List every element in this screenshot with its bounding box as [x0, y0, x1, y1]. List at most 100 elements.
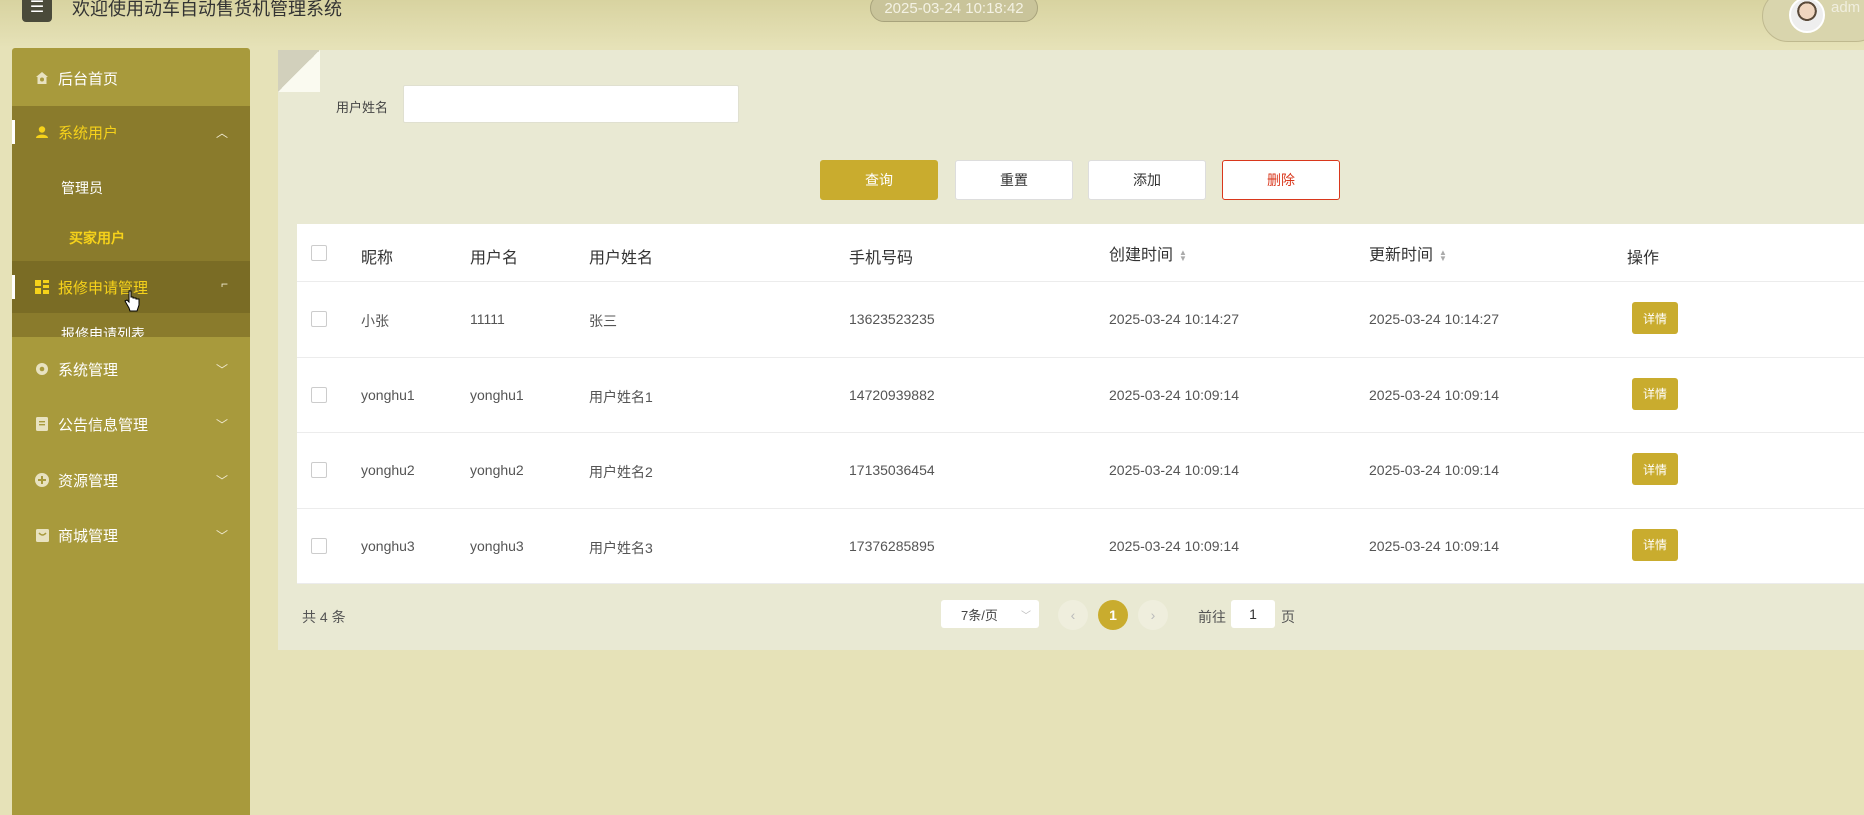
query-button[interactable]: 查询	[820, 160, 938, 200]
cell-phone: 17135036454	[849, 462, 935, 478]
datetime-display: 2025-03-24 10:18:42	[870, 0, 1038, 22]
goto-suffix: 页	[1281, 609, 1295, 625]
select-all-checkbox[interactable]	[311, 245, 327, 261]
table-row: 小张 11111 张三 13623523235 2025-03-24 10:14…	[297, 282, 1864, 358]
cell-phone: 13623523235	[849, 311, 935, 327]
top-header: ☰ 欢迎使用动车自动售货机管理系统 2025-03-24 10:18:42 ad…	[0, 0, 1864, 48]
chevron-down-icon: ﹀	[215, 363, 228, 377]
cell-username: 11111	[470, 311, 505, 327]
grid-icon	[34, 279, 50, 295]
plus-circle-icon	[34, 472, 50, 488]
column-header-created[interactable]: 创建时间 ▲ ▼	[1109, 241, 1187, 265]
cell-created: 2025-03-24 10:09:14	[1109, 537, 1239, 554]
goto-page-input[interactable]: 1	[1231, 600, 1275, 628]
realname-search-input[interactable]	[403, 85, 739, 123]
cell-updated: 2025-03-24 10:09:14	[1369, 386, 1499, 403]
column-header-updated[interactable]: 更新时间 ▲ ▼	[1369, 241, 1447, 265]
sidebar-subitem-repair-list[interactable]: 报修申请列表	[61, 324, 145, 337]
active-marker	[12, 275, 15, 299]
cell-username: yonghu3	[470, 537, 524, 554]
table-row: yonghu2 yonghu2 用户姓名2 17135036454 2025-0…	[297, 433, 1864, 509]
column-header: 操作	[1627, 250, 1660, 267]
sidebar-item-label: 公告信息管理	[58, 416, 149, 434]
sidebar-item-shop[interactable]: 商城管理 ﹀	[12, 509, 250, 561]
row-checkbox[interactable]	[311, 537, 327, 554]
active-marker	[12, 120, 15, 144]
cell-created: 2025-03-24 10:14:27	[1109, 311, 1239, 327]
sidebar-item-home[interactable]: 后台首页	[12, 52, 250, 104]
cell-nickname: yonghu3	[361, 537, 415, 554]
next-page-button[interactable]: ›	[1138, 600, 1168, 630]
delete-button[interactable]: 删除	[1222, 160, 1340, 200]
sidebar-item-announcements[interactable]: 公告信息管理 ﹀	[12, 398, 250, 450]
column-header: 手机号码	[849, 250, 914, 267]
goto-label: 前往	[1198, 609, 1226, 625]
cell-realname: 用户姓名1	[589, 388, 653, 405]
row-checkbox[interactable]	[311, 462, 327, 478]
page-size-select[interactable]: 7条/页 ﹀	[941, 600, 1039, 628]
cell-updated: 2025-03-24 10:14:27	[1369, 311, 1499, 327]
reset-button[interactable]: 重置	[955, 160, 1073, 200]
sidebar-item-system-management[interactable]: 系统管理 ﹀	[12, 343, 250, 395]
page-number-current[interactable]: 1	[1098, 600, 1128, 630]
chevron-down-icon: ﹀	[215, 474, 228, 488]
chevron-down-icon: ﹀	[1021, 611, 1031, 622]
chevron-right-icon: ›	[1150, 607, 1156, 623]
hamburger-icon[interactable]: ☰	[22, 0, 52, 22]
table-row: yonghu3 yonghu3 用户姓名3 17376285895 2025-0…	[297, 509, 1864, 584]
cell-phone: 17376285895	[849, 537, 935, 554]
app-title: 欢迎使用动车自动售货机管理系统	[72, 0, 342, 20]
sort-icon[interactable]: ▲ ▼	[1179, 248, 1187, 262]
sidebar-item-label: 资源管理	[58, 472, 119, 490]
avatar[interactable]	[1789, 0, 1825, 33]
document-icon	[34, 416, 50, 432]
row-checkbox[interactable]	[311, 311, 327, 327]
cell-realname: 张三	[589, 313, 617, 329]
total-count: 共 4 条	[302, 609, 346, 625]
cell-updated: 2025-03-24 10:09:14	[1369, 462, 1499, 478]
sidebar-item-resources[interactable]: 资源管理 ﹀	[12, 454, 250, 506]
detail-button[interactable]: 详情	[1632, 377, 1678, 410]
sidebar-item-system-users[interactable]: 系统用户 ︿	[12, 106, 250, 158]
column-header: 用户姓名	[589, 250, 654, 267]
cell-phone: 14720939882	[849, 386, 935, 403]
main-panel: 用户姓名 查询 重置 添加 删除 昵称 用户名 用户姓名 手机号码 创建时间 ▲ ▼…	[278, 50, 1864, 650]
sidebar-subitem-buyers[interactable]: 买家用户	[69, 228, 125, 248]
cell-realname: 用户姓名2	[589, 464, 653, 480]
detail-button[interactable]: 详情	[1632, 302, 1678, 334]
add-button[interactable]: 添加	[1088, 160, 1206, 200]
detail-button[interactable]: 详情	[1632, 528, 1678, 561]
sort-icon[interactable]: ▲ ▼	[1439, 248, 1447, 262]
sidebar: 后台首页 系统用户 ︿ 管理员 买家用户 报修申请管理 ⌐ 报修申请列表 系统管…	[12, 48, 250, 815]
cell-username: yonghu1	[470, 386, 524, 403]
sidebar-item-label: 系统用户	[58, 124, 119, 142]
gear-icon	[34, 361, 50, 377]
corner-fold	[278, 50, 320, 92]
row-checkbox[interactable]	[311, 386, 327, 403]
hand-cursor-icon	[124, 290, 140, 317]
users-table: 昵称 用户名 用户姓名 手机号码 创建时间 ▲ ▼ 更新时间 ▲ ▼ 操作 小张 111…	[297, 224, 1864, 584]
chevron-left-icon: ‹	[1070, 607, 1076, 623]
sidebar-item-label: 商城管理	[58, 527, 119, 545]
sidebar-subitem-admin[interactable]: 管理员	[61, 178, 103, 198]
column-header-label: 创建时间	[1109, 247, 1174, 264]
submenu-system-users: 管理员 买家用户	[12, 158, 250, 261]
user-menu[interactable]: adm	[1762, 0, 1864, 42]
username: adm	[1831, 0, 1861, 16]
prev-page-button[interactable]: ‹	[1058, 600, 1088, 630]
sidebar-item-label: 后台首页	[58, 70, 119, 88]
detail-button[interactable]: 详情	[1632, 453, 1678, 485]
cell-nickname: yonghu1	[361, 386, 415, 403]
chevron-down-icon: ﹀	[215, 529, 228, 543]
home-icon	[34, 70, 50, 86]
cell-created: 2025-03-24 10:09:14	[1109, 462, 1239, 478]
column-header: 用户名	[470, 250, 519, 267]
cell-realname: 用户姓名3	[589, 539, 653, 556]
table-header: 昵称 用户名 用户姓名 手机号码 创建时间 ▲ ▼ 更新时间 ▲ ▼ 操作	[297, 224, 1864, 282]
filter-label: 用户姓名	[336, 100, 389, 115]
cell-nickname: yonghu2	[361, 462, 415, 478]
cell-nickname: 小张	[361, 313, 389, 329]
cell-username: yonghu2	[470, 462, 524, 478]
chevron-icon: ⌐	[220, 277, 228, 291]
sidebar-item-label: 系统管理	[58, 361, 119, 379]
